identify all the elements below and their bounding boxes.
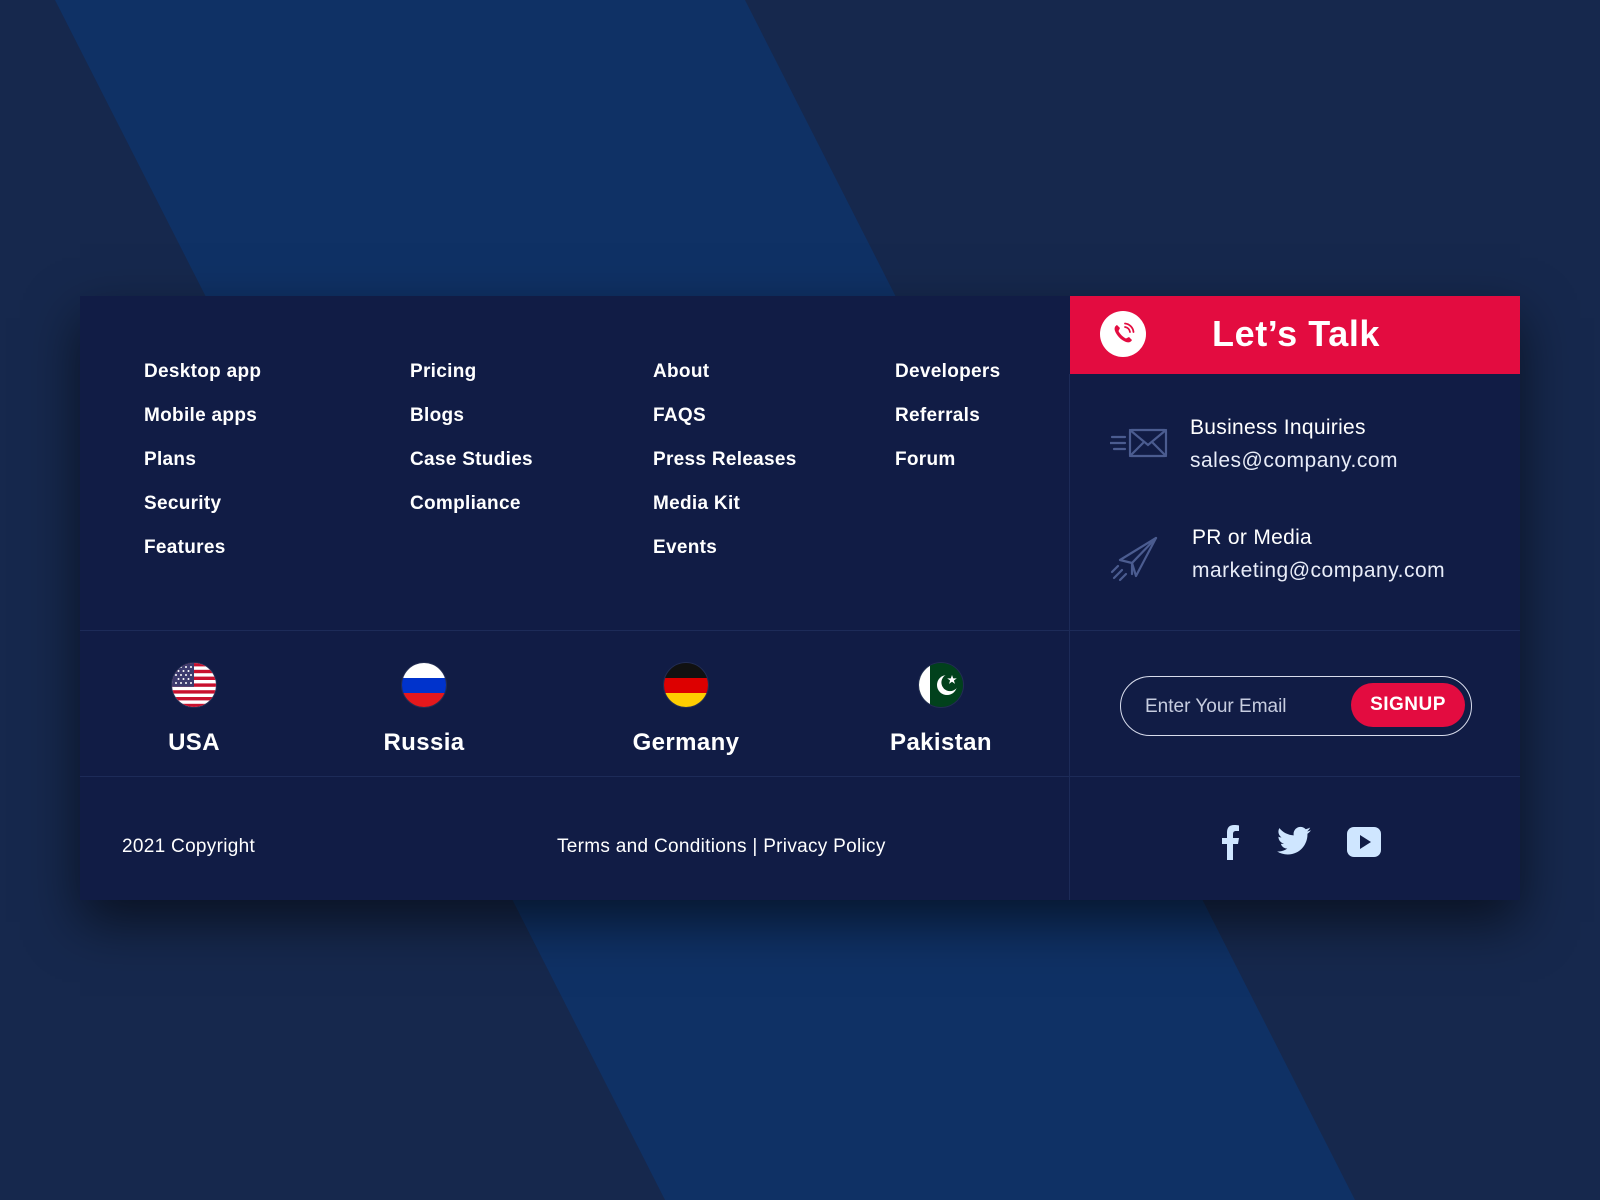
footer-link-case-studies[interactable]: Case Studies xyxy=(410,450,533,494)
country-name: USA xyxy=(168,729,220,756)
footer-link-press-releases[interactable]: Press Releases xyxy=(653,450,797,494)
country-russia[interactable]: Russia xyxy=(324,630,524,778)
link-column-resources: Pricing Blogs Case Studies Compliance xyxy=(410,362,533,538)
footer-link-desktop-app[interactable]: Desktop app xyxy=(144,362,261,406)
terms-link[interactable]: Terms and Conditions xyxy=(557,836,747,857)
copyright-text: 2021 Copyright xyxy=(122,836,256,857)
footer-link-pricing[interactable]: Pricing xyxy=(410,362,533,406)
contact-business: Business Inquiries sales@company.com xyxy=(1070,416,1520,486)
germany-flag-icon xyxy=(664,663,708,707)
paper-plane-icon xyxy=(1110,534,1160,589)
country-name: Russia xyxy=(383,729,465,756)
lets-talk-header: Let’s Talk xyxy=(1070,296,1520,374)
lets-talk-title: Let’s Talk xyxy=(1212,313,1381,354)
footer-link-about[interactable]: About xyxy=(653,362,797,406)
country-row: USA Russia Germany Pakistan xyxy=(80,630,1070,776)
signup-button[interactable]: SIGNUP xyxy=(1351,683,1465,727)
link-column-product: Desktop app Mobile apps Plans Security F… xyxy=(144,362,261,582)
twitter-icon[interactable] xyxy=(1277,826,1311,861)
country-pakistan[interactable]: Pakistan xyxy=(841,630,1041,778)
link-column-community: Developers Referrals Forum xyxy=(895,362,1000,494)
contact-email[interactable]: sales@company.com xyxy=(1190,449,1398,473)
email-input[interactable] xyxy=(1143,689,1347,725)
country-germany[interactable]: Germany xyxy=(586,630,786,778)
country-name: Pakistan xyxy=(890,729,992,756)
footer-link-blogs[interactable]: Blogs xyxy=(410,406,533,450)
contact-email[interactable]: marketing@company.com xyxy=(1192,559,1445,583)
country-name: Germany xyxy=(632,729,740,756)
legal-links: Terms and Conditions | Privacy Policy xyxy=(557,836,886,858)
contact-media: PR or Media marketing@company.com xyxy=(1070,526,1520,596)
footer-link-events[interactable]: Events xyxy=(653,538,797,582)
footer-card: Desktop app Mobile apps Plans Security F… xyxy=(80,296,1520,900)
us-flag-icon xyxy=(172,663,216,707)
footer-link-compliance[interactable]: Compliance xyxy=(410,494,533,538)
envelope-icon xyxy=(1108,424,1170,473)
legal-separator: | xyxy=(752,836,758,857)
link-column-company: About FAQS Press Releases Media Kit Even… xyxy=(653,362,797,582)
footer-link-features[interactable]: Features xyxy=(144,538,261,582)
facebook-icon[interactable] xyxy=(1220,824,1240,865)
footer-link-faqs[interactable]: FAQS xyxy=(653,406,797,450)
newsletter-form: SIGNUP xyxy=(1120,676,1472,736)
footer-link-mobile-apps[interactable]: Mobile apps xyxy=(144,406,261,450)
footer-link-referrals[interactable]: Referrals xyxy=(895,406,1000,450)
footer-link-developers[interactable]: Developers xyxy=(895,362,1000,406)
divider xyxy=(80,776,1520,777)
privacy-link[interactable]: Privacy Policy xyxy=(763,836,885,857)
country-usa[interactable]: USA xyxy=(94,630,294,778)
pakistan-flag-icon xyxy=(919,663,963,707)
footer-link-media-kit[interactable]: Media Kit xyxy=(653,494,797,538)
russia-flag-icon xyxy=(402,663,446,707)
phone-icon[interactable] xyxy=(1100,311,1146,357)
youtube-icon[interactable] xyxy=(1347,827,1381,862)
contact-label: Business Inquiries xyxy=(1190,416,1366,439)
footer-link-plans[interactable]: Plans xyxy=(144,450,261,494)
footer-link-forum[interactable]: Forum xyxy=(895,450,1000,494)
footer-link-security[interactable]: Security xyxy=(144,494,261,538)
contact-label: PR or Media xyxy=(1192,526,1313,549)
